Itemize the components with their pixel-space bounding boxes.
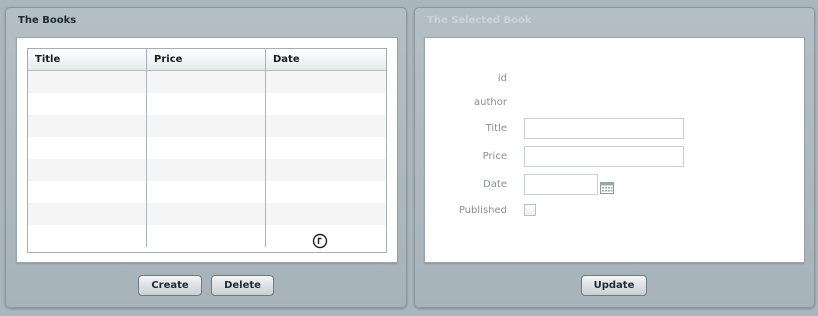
price-input[interactable] xyxy=(524,146,684,167)
cell-date xyxy=(266,71,386,93)
create-button[interactable]: Create xyxy=(138,275,202,296)
cell-title xyxy=(28,225,147,247)
cell-date xyxy=(266,93,386,115)
title-input[interactable] xyxy=(524,118,684,139)
cell-price xyxy=(147,137,266,159)
cell-title xyxy=(28,159,147,181)
published-label: Published xyxy=(458,205,507,216)
books-panel: The Books Title Price Date Create Delete xyxy=(5,7,407,308)
cell-price xyxy=(147,181,266,203)
table-row[interactable] xyxy=(28,181,386,203)
title-label: Title xyxy=(485,123,507,134)
published-checkbox[interactable] xyxy=(524,204,536,216)
price-label: Price xyxy=(482,151,507,162)
table-row[interactable] xyxy=(28,115,386,137)
cell-date xyxy=(266,159,386,181)
cell-title xyxy=(28,71,147,93)
table-row[interactable] xyxy=(28,137,386,159)
cell-price xyxy=(147,225,266,247)
books-grid: Title Price Date xyxy=(27,48,387,253)
table-row[interactable] xyxy=(28,71,386,93)
cell-title xyxy=(28,93,147,115)
table-row[interactable] xyxy=(28,159,386,181)
cell-price xyxy=(147,93,266,115)
date-input[interactable] xyxy=(524,174,598,195)
selected-book-panel-title: The Selected Book xyxy=(427,15,532,26)
column-header-date[interactable]: Date xyxy=(266,49,386,70)
cell-price xyxy=(147,159,266,181)
books-panel-title: The Books xyxy=(18,15,77,26)
calendar-icon[interactable] xyxy=(600,179,614,194)
author-label: author xyxy=(474,97,507,108)
id-label: id xyxy=(497,73,507,84)
selected-book-panel: The Selected Book id author Title Price … xyxy=(414,7,815,308)
cell-title xyxy=(28,115,147,137)
delete-button[interactable]: Delete xyxy=(211,275,274,296)
cell-title xyxy=(28,203,147,225)
grid-body xyxy=(28,71,386,247)
cell-date xyxy=(266,203,386,225)
selected-book-content: id author Title Price Date Published xyxy=(424,37,805,263)
books-content: Title Price Date xyxy=(16,37,398,263)
grid-header: Title Price Date xyxy=(28,49,386,71)
column-header-price[interactable]: Price xyxy=(147,49,266,70)
cell-price xyxy=(147,203,266,225)
column-header-title[interactable]: Title xyxy=(28,49,147,70)
cell-date xyxy=(266,137,386,159)
date-label: Date xyxy=(483,179,507,190)
cell-title xyxy=(28,181,147,203)
cell-price xyxy=(147,71,266,93)
cell-date xyxy=(266,181,386,203)
mouse-cursor-icon xyxy=(312,233,328,249)
table-row[interactable] xyxy=(28,93,386,115)
table-row[interactable] xyxy=(28,225,386,247)
cell-date xyxy=(266,115,386,137)
cell-title xyxy=(28,137,147,159)
update-button[interactable]: Update xyxy=(581,275,647,296)
table-row[interactable] xyxy=(28,203,386,225)
cell-price xyxy=(147,115,266,137)
